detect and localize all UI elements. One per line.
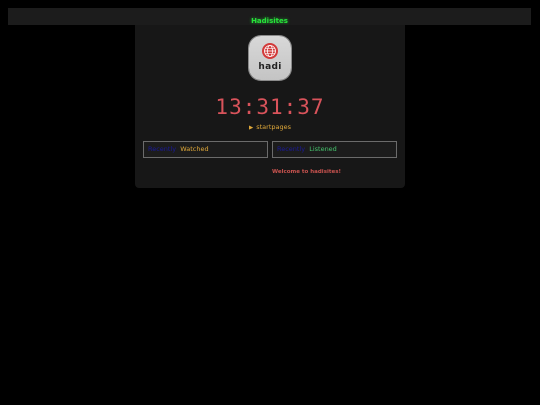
startpages-label: startpages [256, 123, 291, 131]
watched-value: Watched [180, 145, 209, 153]
top-bar: Hadisites [8, 8, 531, 25]
welcome-message: Welcome to hadisites! [272, 169, 341, 175]
globe-icon [262, 43, 278, 59]
clock-display: 13:31:37 [215, 95, 325, 119]
site-title-link[interactable]: Hadisites [251, 17, 288, 25]
recently-listened-box[interactable]: Recently Listened [272, 141, 397, 158]
startpages-toggle[interactable]: ▶ startpages [135, 123, 405, 131]
recently-watched-box[interactable]: Recently Watched [143, 141, 268, 158]
watched-label: Recently [148, 145, 177, 153]
site-logo[interactable]: hadi [249, 36, 291, 80]
logo-text: hadi [258, 62, 282, 72]
triangle-right-icon: ▶ [249, 125, 254, 131]
main-card: hadi 13:31:37 ▶ startpages Recently Watch… [135, 25, 405, 188]
listened-label: Recently [277, 145, 306, 153]
listened-value: Listened [309, 145, 337, 153]
